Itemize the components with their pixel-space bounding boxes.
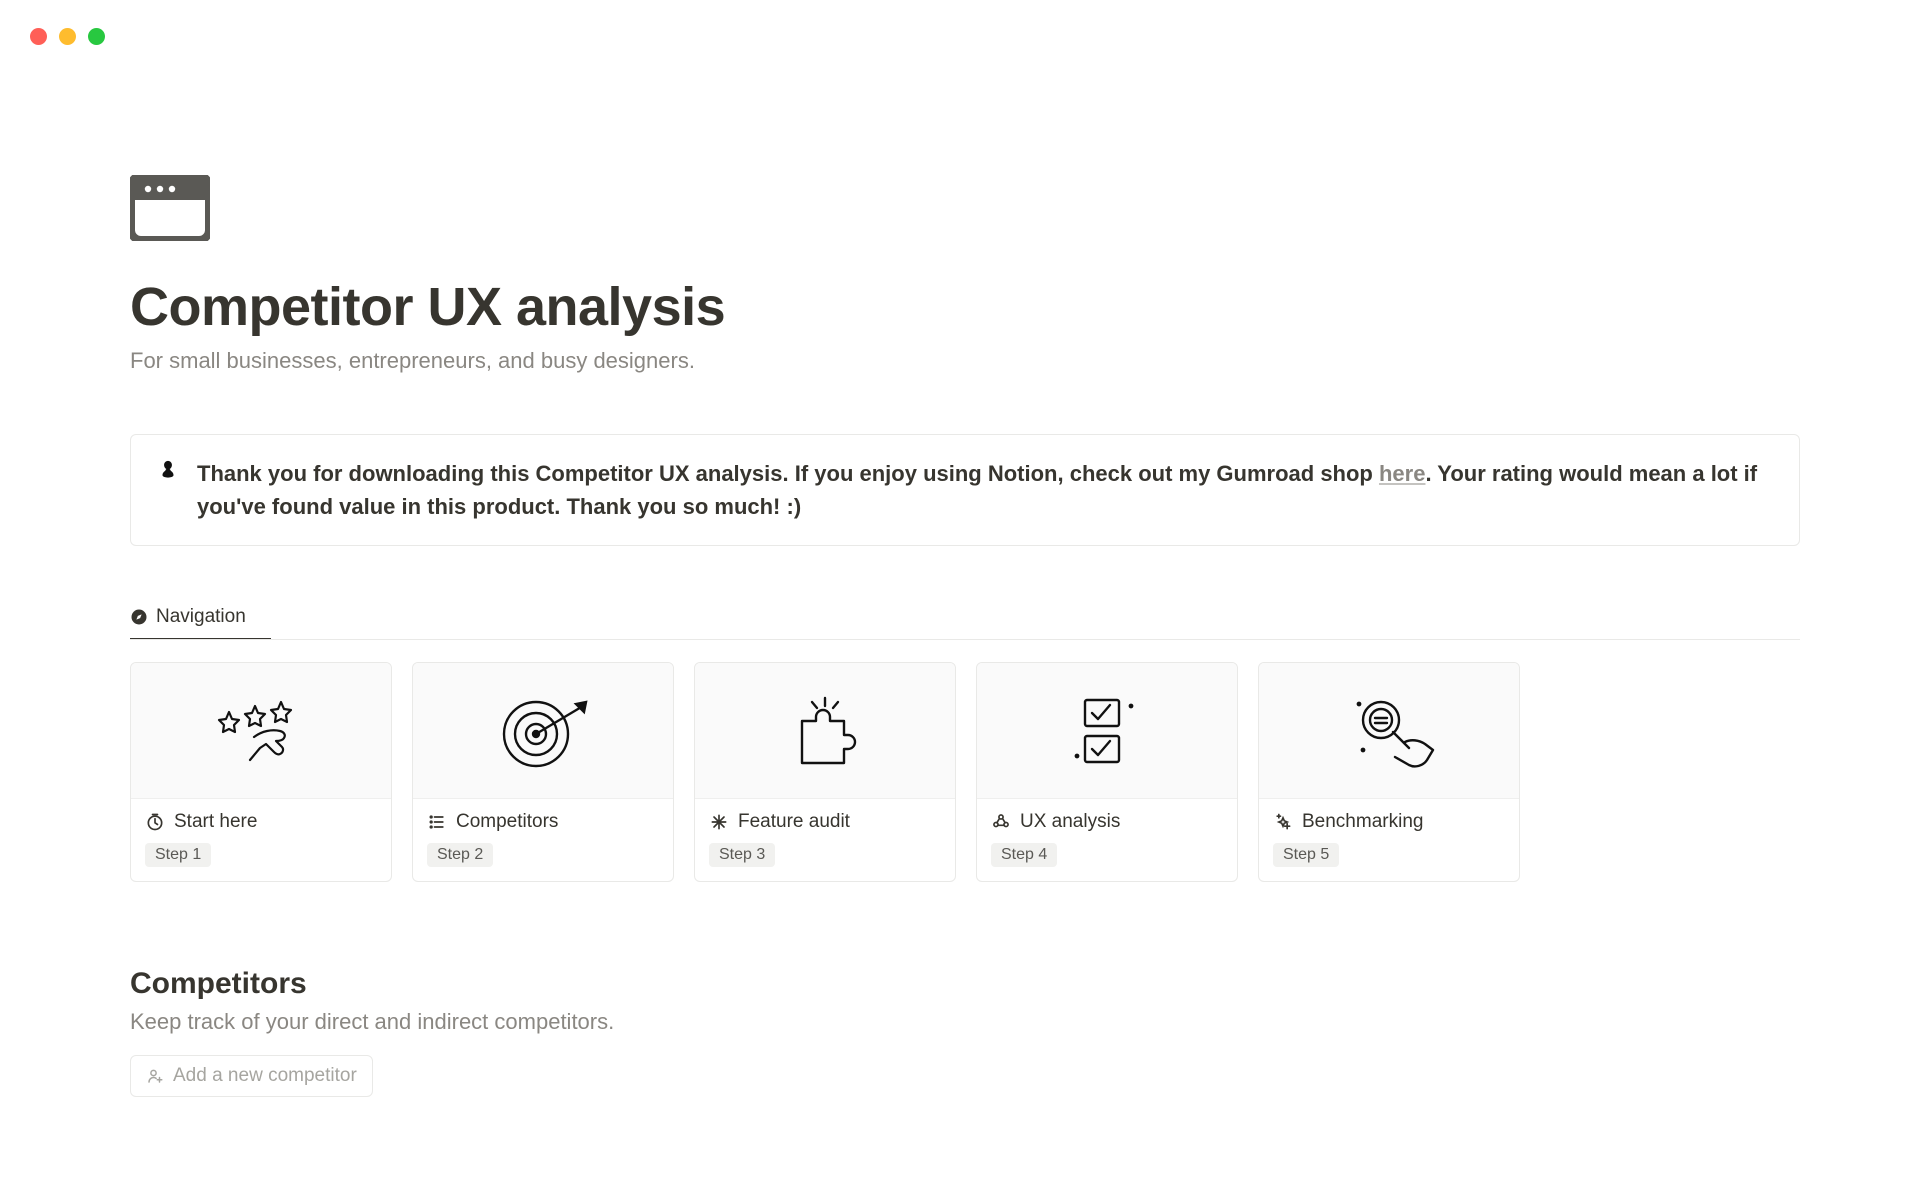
card-title: Benchmarking — [1302, 811, 1423, 833]
card-ux-analysis[interactable]: UX analysis Step 4 — [976, 662, 1238, 882]
card-cover — [1259, 663, 1519, 799]
thank-you-callout: Thank you for downloading this Competito… — [130, 434, 1800, 546]
add-user-icon — [146, 1067, 164, 1085]
tab-label: Navigation — [156, 606, 246, 628]
step-tag: Step 5 — [1273, 843, 1339, 867]
competitors-subtitle: Keep track of your direct and indirect c… — [130, 1009, 1800, 1035]
step-tag: Step 3 — [709, 843, 775, 867]
navigation-cards: Start here Step 1 — [130, 662, 1800, 882]
card-cover — [131, 663, 391, 799]
card-cover — [977, 663, 1237, 799]
person-silhouette-icon — [157, 459, 179, 481]
browser-window-page-icon — [130, 175, 210, 241]
checkbox-list-icon — [1057, 686, 1157, 776]
stars-hand-icon — [206, 691, 316, 771]
card-title: Competitors — [456, 811, 558, 833]
card-start-here[interactable]: Start here Step 1 — [130, 662, 392, 882]
step-tag: Step 4 — [991, 843, 1057, 867]
target-arrow-icon — [488, 686, 598, 776]
callout-text-before: Thank you for downloading this Competito… — [197, 461, 1379, 486]
puzzle-piece-icon — [770, 686, 880, 776]
maximize-window-icon[interactable] — [88, 28, 105, 45]
callout-text: Thank you for downloading this Competito… — [197, 457, 1773, 523]
compass-icon — [130, 608, 148, 626]
card-title: UX analysis — [1020, 811, 1120, 833]
step-tag: Step 2 — [427, 843, 493, 867]
sparkle-icon — [1273, 812, 1293, 832]
card-feature-audit[interactable]: Feature audit Step 3 — [694, 662, 956, 882]
card-competitors[interactable]: Competitors Step 2 — [412, 662, 674, 882]
window-traffic-lights — [30, 28, 105, 45]
card-cover — [413, 663, 673, 799]
add-competitor-label: Add a new competitor — [173, 1065, 357, 1087]
list-icon — [427, 812, 447, 832]
page-title: Competitor UX analysis — [130, 276, 1800, 338]
magnifier-hand-icon — [1329, 686, 1449, 776]
timer-icon — [145, 812, 165, 832]
tab-navigation[interactable]: Navigation — [130, 606, 246, 638]
page-subtitle: For small businesses, entrepreneurs, and… — [130, 348, 1800, 374]
add-competitor-button[interactable]: Add a new competitor — [130, 1055, 373, 1097]
card-title: Feature audit — [738, 811, 850, 833]
card-benchmarking[interactable]: Benchmarking Step 5 — [1258, 662, 1520, 882]
minimize-window-icon[interactable] — [59, 28, 76, 45]
people-icon — [991, 812, 1011, 832]
close-window-icon[interactable] — [30, 28, 47, 45]
card-title: Start here — [174, 811, 257, 833]
card-cover — [695, 663, 955, 799]
step-tag: Step 1 — [145, 843, 211, 867]
competitors-heading: Competitors — [130, 967, 1800, 1001]
asterisk-icon — [709, 812, 729, 832]
gumroad-link[interactable]: here — [1379, 461, 1425, 486]
